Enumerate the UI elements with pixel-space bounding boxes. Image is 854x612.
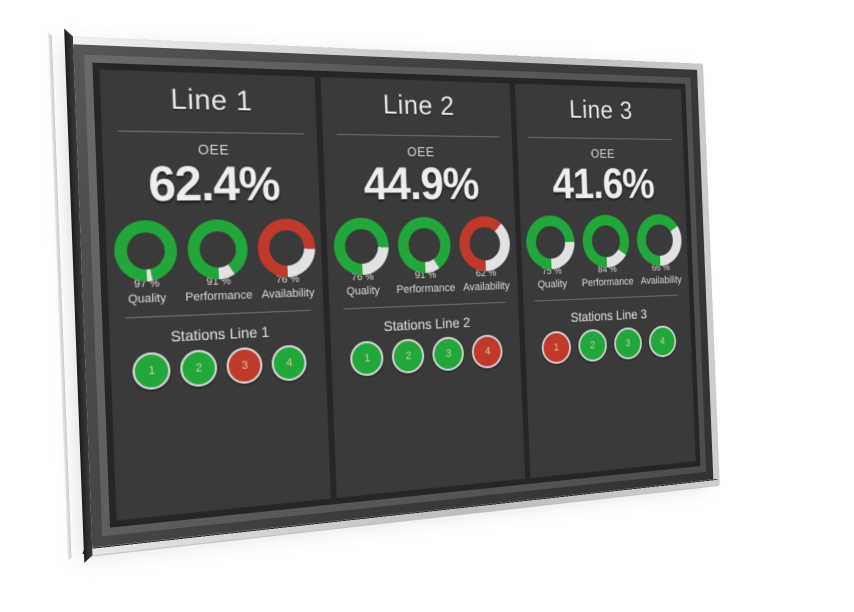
kpi-gauge[interactable]: 66 % Availability xyxy=(636,214,684,287)
stations-row: 1234 xyxy=(117,344,320,392)
line-panel[interactable]: Line 3 OEE 41.6% 75 % Quality 84 % Performance… xyxy=(514,83,696,479)
gauge-ring-wrap xyxy=(256,218,316,279)
station-indicator[interactable]: 2 xyxy=(179,349,218,389)
gauge-ring-wrap xyxy=(397,217,452,275)
station-indicator[interactable]: 3 xyxy=(432,336,465,372)
oee-value: 41.6% xyxy=(551,159,655,208)
gauge-ring xyxy=(112,220,178,283)
gauge-center-hole xyxy=(268,230,305,267)
stations-title: Stations Line 1 xyxy=(170,323,270,346)
gauge-name-label: Availability xyxy=(640,274,682,288)
gauge-name-label: Availability xyxy=(261,287,315,302)
station-indicator[interactable]: 4 xyxy=(648,325,677,359)
gauge-name-label: Performance xyxy=(396,282,456,297)
gauge-ring-wrap xyxy=(636,214,683,267)
gauge-ring xyxy=(256,218,316,279)
gauge-ring-wrap xyxy=(458,216,511,273)
panel-title: Line 2 xyxy=(382,89,455,121)
stations-row: 1234 xyxy=(530,325,687,366)
station-indicator[interactable]: 4 xyxy=(471,334,504,370)
station-indicator[interactable]: 2 xyxy=(391,338,426,375)
gauge-name-label: Quality xyxy=(537,278,568,292)
gauge-ring-wrap xyxy=(112,220,178,283)
oee-label: OEE xyxy=(406,144,435,160)
gauge-center-hole xyxy=(198,231,237,269)
gauge-center-hole xyxy=(125,232,166,271)
stations-divider xyxy=(534,294,679,302)
gauge-ring xyxy=(186,219,249,281)
kpi-gauge[interactable]: 97 % Quality xyxy=(112,220,179,307)
screenshot-stage: Line 1 OEE 62.4% 97 % Quality 91 % Performance… xyxy=(0,0,854,612)
gauge-row: 75 % Quality 84 % Performance 66 % Availabili… xyxy=(525,214,684,291)
kpi-gauge[interactable]: 62 % Availability xyxy=(458,216,512,294)
kpi-gauge[interactable]: 75 % Quality xyxy=(525,215,577,292)
gauge-name-label: Availability xyxy=(463,280,510,294)
gauge-name-label: Performance xyxy=(185,289,253,305)
gauge-ring-wrap xyxy=(582,214,631,269)
panel-divider xyxy=(336,133,500,138)
line-panel[interactable]: Line 1 OEE 62.4% 97 % Quality 91 % Performance… xyxy=(99,69,332,521)
station-indicator[interactable]: 3 xyxy=(613,327,643,361)
panel-spacer xyxy=(611,361,615,462)
oee-value: 62.4% xyxy=(147,156,281,212)
gauge-ring-wrap xyxy=(525,215,576,271)
gauge-percent-label: 91 % xyxy=(206,276,232,289)
station-indicator[interactable]: 1 xyxy=(541,330,572,366)
station-indicator[interactable]: 4 xyxy=(271,344,308,383)
stations-title: Stations Line 2 xyxy=(383,314,471,335)
panel-divider xyxy=(117,130,304,135)
dashboard-screen: Line 1 OEE 62.4% 97 % Quality 91 % Performance… xyxy=(92,62,701,528)
panel-title: Line 1 xyxy=(169,82,253,117)
panel-spacer xyxy=(429,372,433,480)
kpi-gauge[interactable]: 76 % Availability xyxy=(256,218,318,302)
gauge-name-label: Performance xyxy=(581,276,634,290)
stations-title: Stations Line 3 xyxy=(570,306,648,326)
station-indicator[interactable]: 3 xyxy=(226,346,264,386)
gauge-percent-label: 97 % xyxy=(133,278,160,291)
kpi-gauge[interactable]: 91 % Performance xyxy=(394,217,456,296)
kpi-gauge[interactable]: 84 % Performance xyxy=(579,214,634,290)
wall-monitor: Line 1 OEE 62.4% 97 % Quality 91 % Performance… xyxy=(48,28,720,564)
gauge-row: 97 % Quality 91 % Performance 76 % Availabili… xyxy=(112,218,318,307)
gauge-ring-wrap xyxy=(186,219,249,281)
panel-divider xyxy=(528,136,673,141)
gauge-name-label: Quality xyxy=(127,292,167,307)
oee-label: OEE xyxy=(590,146,616,161)
oee-label: OEE xyxy=(197,141,230,158)
stations-divider xyxy=(124,310,311,319)
gauge-percent-label: 76 % xyxy=(275,273,300,287)
